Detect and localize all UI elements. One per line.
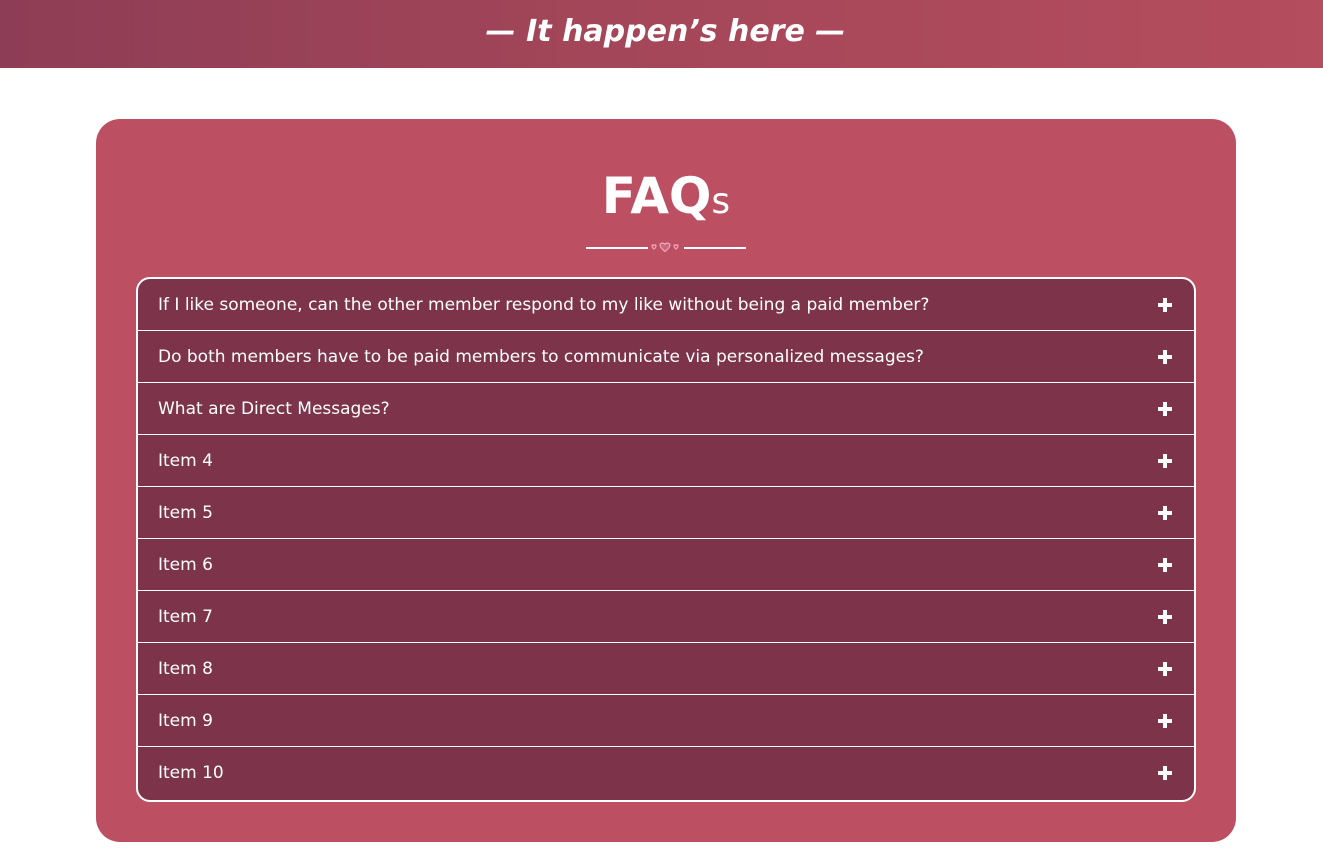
- plus-icon[interactable]: [1158, 557, 1172, 572]
- faq-title: FAQs: [96, 161, 1236, 237]
- top-banner: — It happen’s here —: [0, 0, 1323, 68]
- faq-question: If I like someone, can the other member …: [158, 294, 930, 315]
- faq-item[interactable]: Item 7: [138, 591, 1194, 643]
- faq-question: Item 4: [158, 450, 213, 471]
- faq-item[interactable]: Item 6: [138, 539, 1194, 591]
- faq-item[interactable]: Item 8: [138, 643, 1194, 695]
- faq-item[interactable]: Item 10: [138, 747, 1194, 798]
- faq-question: What are Direct Messages?: [158, 398, 390, 419]
- faq-item[interactable]: Item 5: [138, 487, 1194, 539]
- faq-question: Item 9: [158, 710, 213, 731]
- faq-question: Item 7: [158, 606, 213, 627]
- hearts-icon: [651, 242, 679, 253]
- faq-accordion: If I like someone, can the other member …: [136, 277, 1196, 802]
- faq-question: Item 8: [158, 658, 213, 679]
- tagline: — It happen’s here —: [485, 13, 846, 49]
- faq-item[interactable]: Item 9: [138, 695, 1194, 747]
- faq-item[interactable]: Item 4: [138, 435, 1194, 487]
- plus-icon[interactable]: [1158, 505, 1172, 520]
- faq-card: FAQs If I like someone, can the other me…: [96, 119, 1236, 842]
- faq-question: Item 10: [158, 762, 224, 783]
- plus-icon[interactable]: [1158, 349, 1172, 364]
- plus-icon[interactable]: [1158, 609, 1172, 624]
- plus-icon[interactable]: [1158, 453, 1172, 468]
- plus-icon[interactable]: [1158, 765, 1172, 780]
- faq-title-suffix: s: [711, 181, 731, 222]
- plus-icon[interactable]: [1158, 297, 1172, 312]
- plus-icon[interactable]: [1158, 401, 1172, 416]
- faq-item[interactable]: Do both members have to be paid members …: [138, 331, 1194, 383]
- plus-icon[interactable]: [1158, 713, 1172, 728]
- faq-question: Item 6: [158, 554, 213, 575]
- faq-item[interactable]: If I like someone, can the other member …: [138, 279, 1194, 331]
- heart-divider: [586, 242, 746, 253]
- faq-title-main: FAQ: [601, 167, 712, 225]
- plus-icon[interactable]: [1158, 661, 1172, 676]
- faq-item[interactable]: What are Direct Messages?: [138, 383, 1194, 435]
- faq-question: Do both members have to be paid members …: [158, 346, 924, 367]
- faq-question: Item 5: [158, 502, 213, 523]
